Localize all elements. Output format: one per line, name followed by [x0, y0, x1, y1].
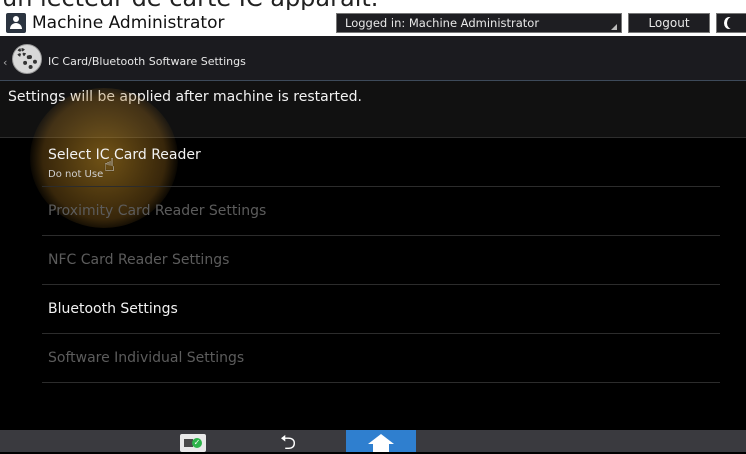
app-title: Machine Administrator — [32, 13, 225, 33]
caption-text: un lecteur de carte IC apparaît. — [2, 0, 378, 10]
menu-item-proximity-card-reader: Proximity Card Reader Settings — [42, 187, 720, 236]
gear-icon[interactable] — [12, 44, 42, 74]
expand-corner-icon — [611, 24, 617, 30]
menu-item-select-ic-card-reader[interactable]: Select IC Card Reader Do not Use — [42, 138, 720, 187]
logged-in-text: Logged in: Machine Administrator — [345, 16, 540, 30]
restart-notice: Settings will be applied after machine i… — [0, 81, 746, 138]
menu-item-label: Proximity Card Reader Settings — [48, 203, 267, 219]
energy-saver-button[interactable] — [716, 13, 746, 33]
menu-item-nfc-card-reader: NFC Card Reader Settings — [42, 236, 720, 285]
menu-item-bluetooth-settings[interactable]: Bluetooth Settings — [42, 285, 720, 334]
settings-list: Select IC Card Reader Do not Use Proximi… — [42, 138, 720, 383]
return-arrow-icon[interactable]: ⮌ — [280, 432, 296, 452]
notice-text: Settings will be applied after machine i… — [8, 89, 362, 105]
scan-status-icon[interactable]: ✓ — [180, 434, 206, 452]
home-button[interactable] — [346, 430, 416, 452]
menu-item-value: Do not Use — [48, 169, 104, 180]
menu-item-software-individual: Software Individual Settings — [42, 334, 720, 383]
logout-button[interactable]: Logout — [628, 13, 710, 33]
menu-item-label: Bluetooth Settings — [48, 301, 178, 317]
back-chevron-icon[interactable]: ‹ — [3, 56, 7, 69]
moon-icon — [727, 17, 737, 29]
logged-in-status[interactable]: Logged in: Machine Administrator — [336, 13, 622, 33]
user-icon — [6, 13, 26, 33]
menu-item-label: NFC Card Reader Settings — [48, 252, 230, 268]
hand-cursor-icon: ☝ — [104, 155, 115, 176]
menu-item-label: Software Individual Settings — [48, 350, 245, 366]
caption-strip: un lecteur de carte IC apparaît. — [0, 0, 746, 10]
menu-item-label: Select IC Card Reader — [48, 147, 201, 163]
breadcrumb-title: IC Card/Bluetooth Software Settings — [48, 55, 246, 68]
